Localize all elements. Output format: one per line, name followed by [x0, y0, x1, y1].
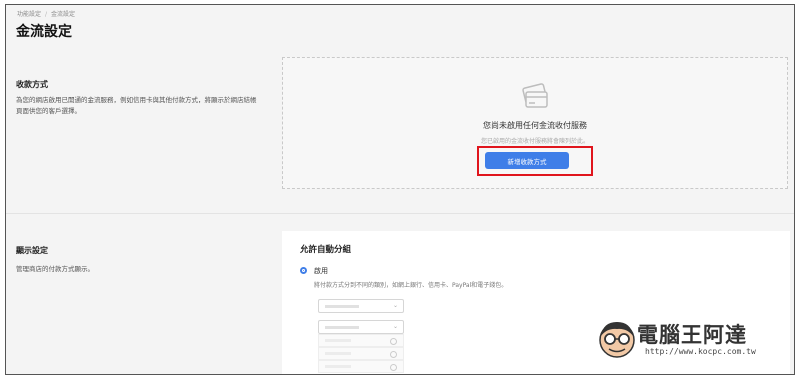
- breadcrumb-parent-link[interactable]: 功能設定: [17, 11, 41, 18]
- page-title: 金流設定: [16, 24, 72, 40]
- skeleton-bar: [325, 365, 351, 368]
- watermark-url: http://www.kocpc.com.tw: [645, 347, 756, 356]
- breadcrumb: 功能設定 / 金流設定: [17, 9, 75, 18]
- category-select-placeholder[interactable]: ⌄: [318, 320, 404, 334]
- payment-card-icon: [522, 83, 548, 108]
- radio-placeholder: [390, 351, 397, 358]
- breadcrumb-separator: /: [45, 11, 48, 18]
- payment-section-heading: 收款方式: [16, 80, 48, 89]
- enable-radio-help-text: 將付款方式分到不同的類別，如網上銀行、信用卡、PayPal和電子錢包。: [314, 282, 508, 289]
- skeleton-bar: [325, 305, 359, 308]
- skeleton-bar: [325, 326, 359, 329]
- watermark-name: 電腦王阿達: [637, 323, 747, 347]
- payment-methods-empty-state: 您尚未啟用任何金流收付服務 您已啟用的金流收付服務將會陳列於此。 新增收款方式: [282, 57, 788, 189]
- radio-placeholder: [390, 364, 397, 371]
- mascot-face-icon: [599, 322, 635, 358]
- display-section-heading: 顯示設定: [16, 246, 48, 255]
- chevron-down-icon: ⌄: [392, 302, 398, 309]
- skeleton-bar: [325, 339, 351, 342]
- radio-placeholder: [390, 338, 397, 345]
- category-option-placeholder[interactable]: [318, 347, 404, 360]
- enable-radio-button[interactable]: [300, 267, 307, 274]
- category-option-placeholder[interactable]: [318, 334, 404, 347]
- category-select-placeholder[interactable]: ⌄: [318, 299, 404, 313]
- breadcrumb-current: 金流設定: [51, 11, 76, 18]
- highlight-annotation-box: [477, 146, 593, 176]
- display-section-description: 管理商店的付款方式顯示。: [16, 265, 94, 273]
- section-divider: [6, 213, 794, 214]
- chevron-down-icon: ⌄: [392, 323, 398, 330]
- watermark: 電腦王阿達 http://www.kocpc.com.tw: [597, 316, 772, 364]
- enable-radio-label[interactable]: 啟用: [314, 266, 328, 276]
- auto-grouping-title: 允許自動分組: [300, 245, 352, 255]
- payment-section-description: 為您的網店啟用已開通的金流服務，例如信用卡與其他付款方式，將顯示於網店結帳頁面供…: [16, 96, 257, 115]
- category-option-placeholder[interactable]: [318, 360, 404, 373]
- empty-state-subtitle: 您已啟用的金流收付服務將會陳列於此。: [480, 138, 589, 145]
- empty-state-title: 您尚未啟用任何金流收付服務: [483, 121, 587, 130]
- skeleton-bar: [325, 352, 351, 355]
- app-window: 功能設定 / 金流設定 金流設定 收款方式 為您的網店啟用已開通的金流服務，例如信用…: [5, 4, 795, 375]
